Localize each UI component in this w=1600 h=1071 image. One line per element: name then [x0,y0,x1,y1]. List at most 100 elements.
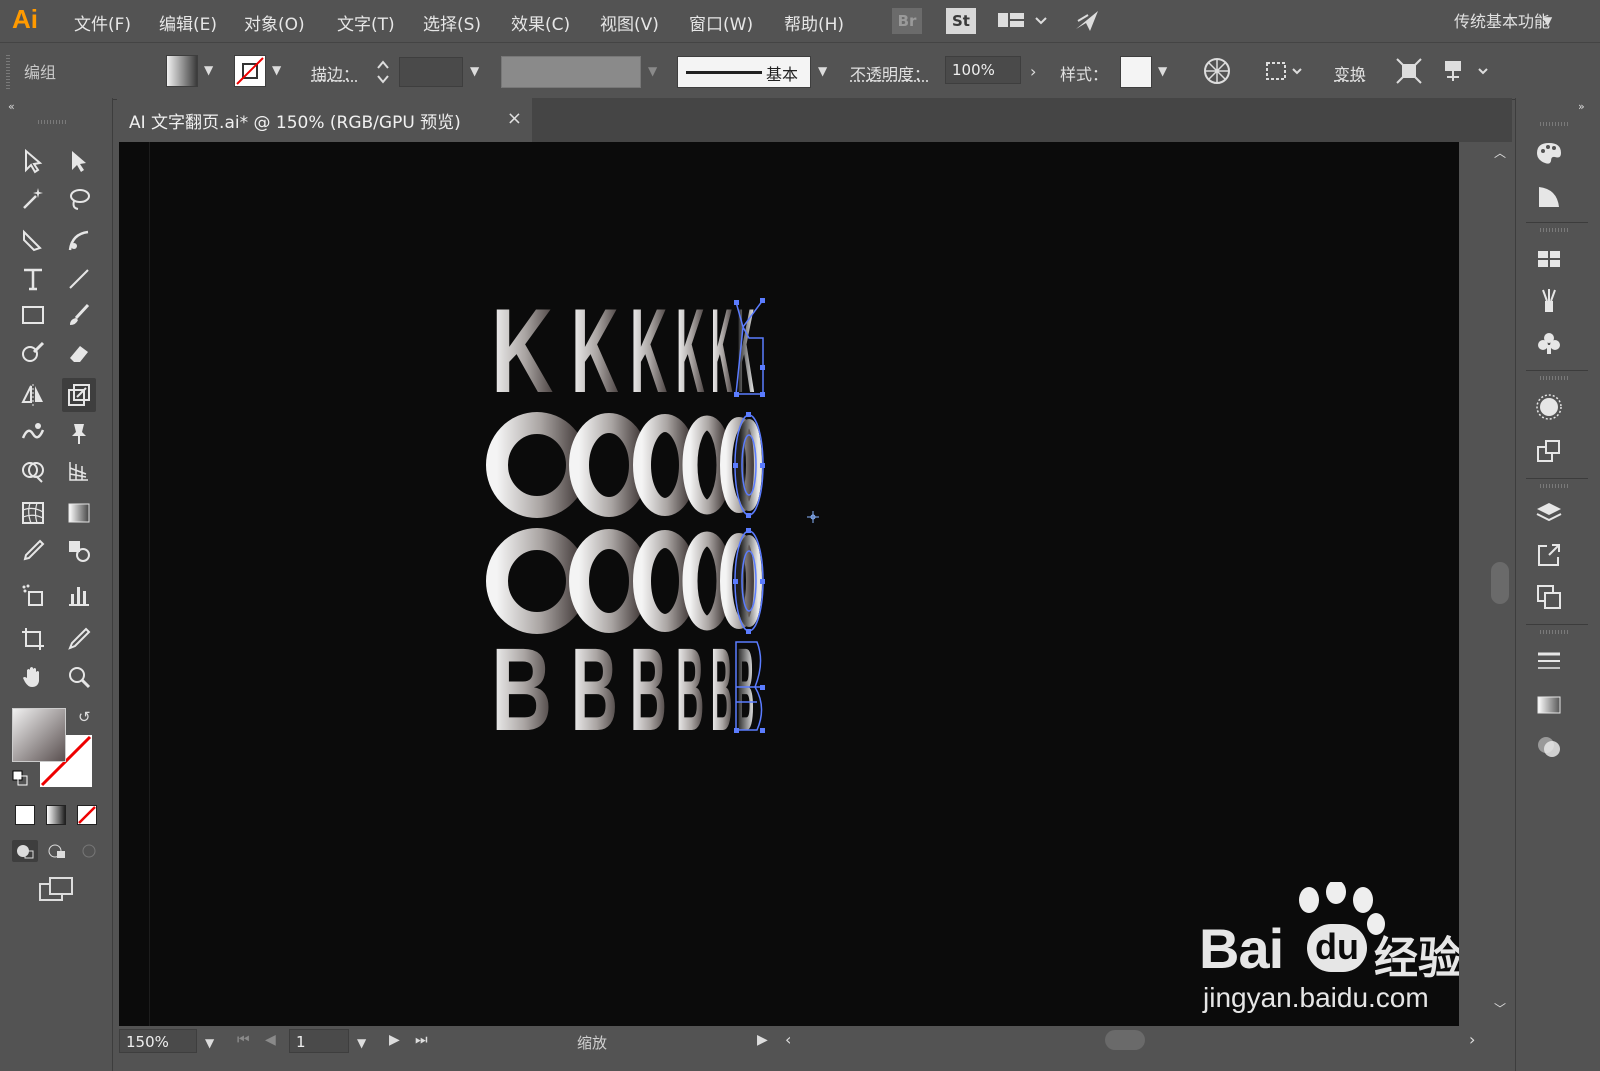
draw-normal-icon[interactable] [12,840,38,862]
rectangle-tool-icon[interactable] [16,298,50,332]
letter-o-row-2[interactable] [497,539,758,623]
zoom-field[interactable]: 150% [119,1029,197,1053]
blend-tool-icon[interactable] [62,534,96,568]
graphic-style-swatch[interactable] [1120,56,1152,88]
dock-grip-4[interactable] [1540,484,1570,488]
pen-tool-icon[interactable] [16,224,50,258]
type-tool-icon[interactable] [16,262,50,296]
scroll-left-icon[interactable]: ‹ [785,1030,791,1049]
close-tab-icon[interactable]: × [507,108,522,129]
bridge-icon[interactable]: Br [892,8,922,34]
layers-panel-icon[interactable] [1532,496,1566,530]
swap-fill-stroke-icon[interactable]: ↺ [78,708,91,726]
brush-definition[interactable]: 基本 [677,56,811,88]
artboard-number-field[interactable]: 1 [289,1029,349,1053]
stroke-weight-chevron-down-icon[interactable]: ▼ [470,64,479,78]
stroke-swatch[interactable] [234,55,266,87]
prev-artboard-icon[interactable]: ◀ [265,1032,276,1048]
variable-width-profile[interactable] [501,56,641,88]
line-segment-tool-icon[interactable] [62,262,96,296]
vertical-scrollbar[interactable]: ︿ ﹀ [1489,142,1511,1026]
panel-grip[interactable] [6,53,10,89]
recolor-artwork-icon[interactable] [1200,55,1234,87]
art-letter-k[interactable]: K [491,284,553,418]
shaper-tool-icon[interactable] [16,336,50,370]
artboards-panel-icon[interactable] [1532,580,1566,614]
reflect-tool-icon[interactable] [16,378,50,412]
menu-help[interactable]: 帮助(H) [784,10,844,35]
stroke-panel-icon[interactable] [1532,644,1566,678]
horizontal-scroll-thumb[interactable] [1105,1030,1145,1050]
screen-mode-icon[interactable] [38,876,74,904]
last-artboard-icon[interactable]: ⏭ [415,1032,428,1048]
stock-icon[interactable]: St [946,8,976,34]
transparency-panel-icon[interactable] [1532,730,1566,764]
variable-width-chevron-down-icon[interactable]: ▼ [648,64,657,78]
scale-tool-icon[interactable] [62,378,96,412]
draw-inside-icon[interactable] [76,840,102,862]
transform-link[interactable]: 变换 [1334,61,1366,85]
isolate-icon[interactable] [1392,55,1426,87]
opacity-expand-icon[interactable]: › [1030,62,1036,81]
collapse-dock-icon[interactable]: » [1578,100,1585,113]
swatches-panel-icon[interactable] [1532,242,1566,276]
color-mode-icon[interactable] [15,805,35,825]
menu-window[interactable]: 窗口(W) [689,10,753,35]
menu-effect[interactable]: 效果(C) [511,10,570,35]
column-graph-tool-icon[interactable] [62,578,96,612]
eyedropper-tool-icon[interactable] [16,534,50,568]
status-menu-icon[interactable]: ▶ [757,1032,768,1048]
gradient-tool-icon[interactable] [62,496,96,530]
symbols-panel-icon[interactable] [1532,326,1566,360]
zoom-chevron-down-icon[interactable]: ▼ [205,1036,214,1050]
art-letter-b[interactable]: B [491,623,552,755]
shape-builder-tool-icon[interactable] [16,454,50,488]
export-panel-icon[interactable] [1532,538,1566,572]
default-fill-stroke-icon[interactable] [12,770,28,786]
eraser-tool-icon[interactable] [62,336,96,370]
menu-type[interactable]: 文字(T) [337,10,395,35]
magic-wand-tool-icon[interactable] [16,182,50,216]
menu-view[interactable]: 视图(V) [600,10,659,35]
style-chevron-down-icon[interactable]: ▼ [1158,64,1167,78]
none-mode-icon[interactable] [77,805,97,825]
menu-select[interactable]: 选择(S) [423,10,481,35]
brushes-panel-icon[interactable] [1532,284,1566,318]
status-label[interactable]: 缩放 [577,1032,607,1053]
scroll-down-icon[interactable]: ﹀ [1494,1000,1506,1017]
selection-tool-icon[interactable] [16,144,50,178]
puppet-warp-tool-icon[interactable] [62,416,96,450]
stroke-chevron-down-icon[interactable]: ▼ [272,63,281,77]
next-artboard-icon[interactable]: ▶ [389,1032,400,1048]
stroke-weight-stepper[interactable] [372,57,394,87]
transform-panel-icon[interactable] [1532,434,1566,468]
fill-swatch[interactable] [166,55,198,87]
dock-grip-3[interactable] [1540,376,1570,380]
color-guide-icon[interactable] [1532,180,1566,214]
gradient-panel-icon[interactable] [1532,688,1566,722]
vertical-scroll-thumb[interactable] [1491,562,1509,604]
menu-edit[interactable]: 编辑(E) [159,10,217,35]
symbol-sprayer-tool-icon[interactable] [16,578,50,612]
stroke-label[interactable]: 描边： [311,61,359,85]
arrange-menu-icon[interactable] [1440,55,1496,87]
collapse-toolbar-icon[interactable]: « [8,100,15,113]
arrange-documents-icon[interactable] [996,8,1052,34]
warp-tool-icon[interactable] [16,416,50,450]
direct-selection-tool-icon[interactable] [62,144,96,178]
gradient-mode-icon[interactable] [46,805,66,825]
opacity-input[interactable]: 100% [945,56,1021,84]
lasso-tool-icon[interactable] [62,182,96,216]
perspective-grid-tool-icon[interactable] [62,454,96,488]
document-tab[interactable]: AI 文字翻页.ai* @ 150% (RGB/GPU 预览) × [117,98,532,142]
slice-tool-icon[interactable] [62,622,96,656]
artboard-tool-icon[interactable] [16,622,50,656]
hand-tool-icon[interactable] [16,660,50,694]
curvature-tool-icon[interactable] [62,224,96,258]
dock-grip-1[interactable] [1540,122,1570,126]
draw-behind-icon[interactable] [44,840,70,862]
fill-chevron-down-icon[interactable]: ▼ [204,63,213,77]
scroll-up-icon[interactable]: ︿ [1494,144,1506,161]
opacity-label[interactable]: 不透明度： [850,61,930,85]
appearance-panel-icon[interactable] [1532,390,1566,424]
